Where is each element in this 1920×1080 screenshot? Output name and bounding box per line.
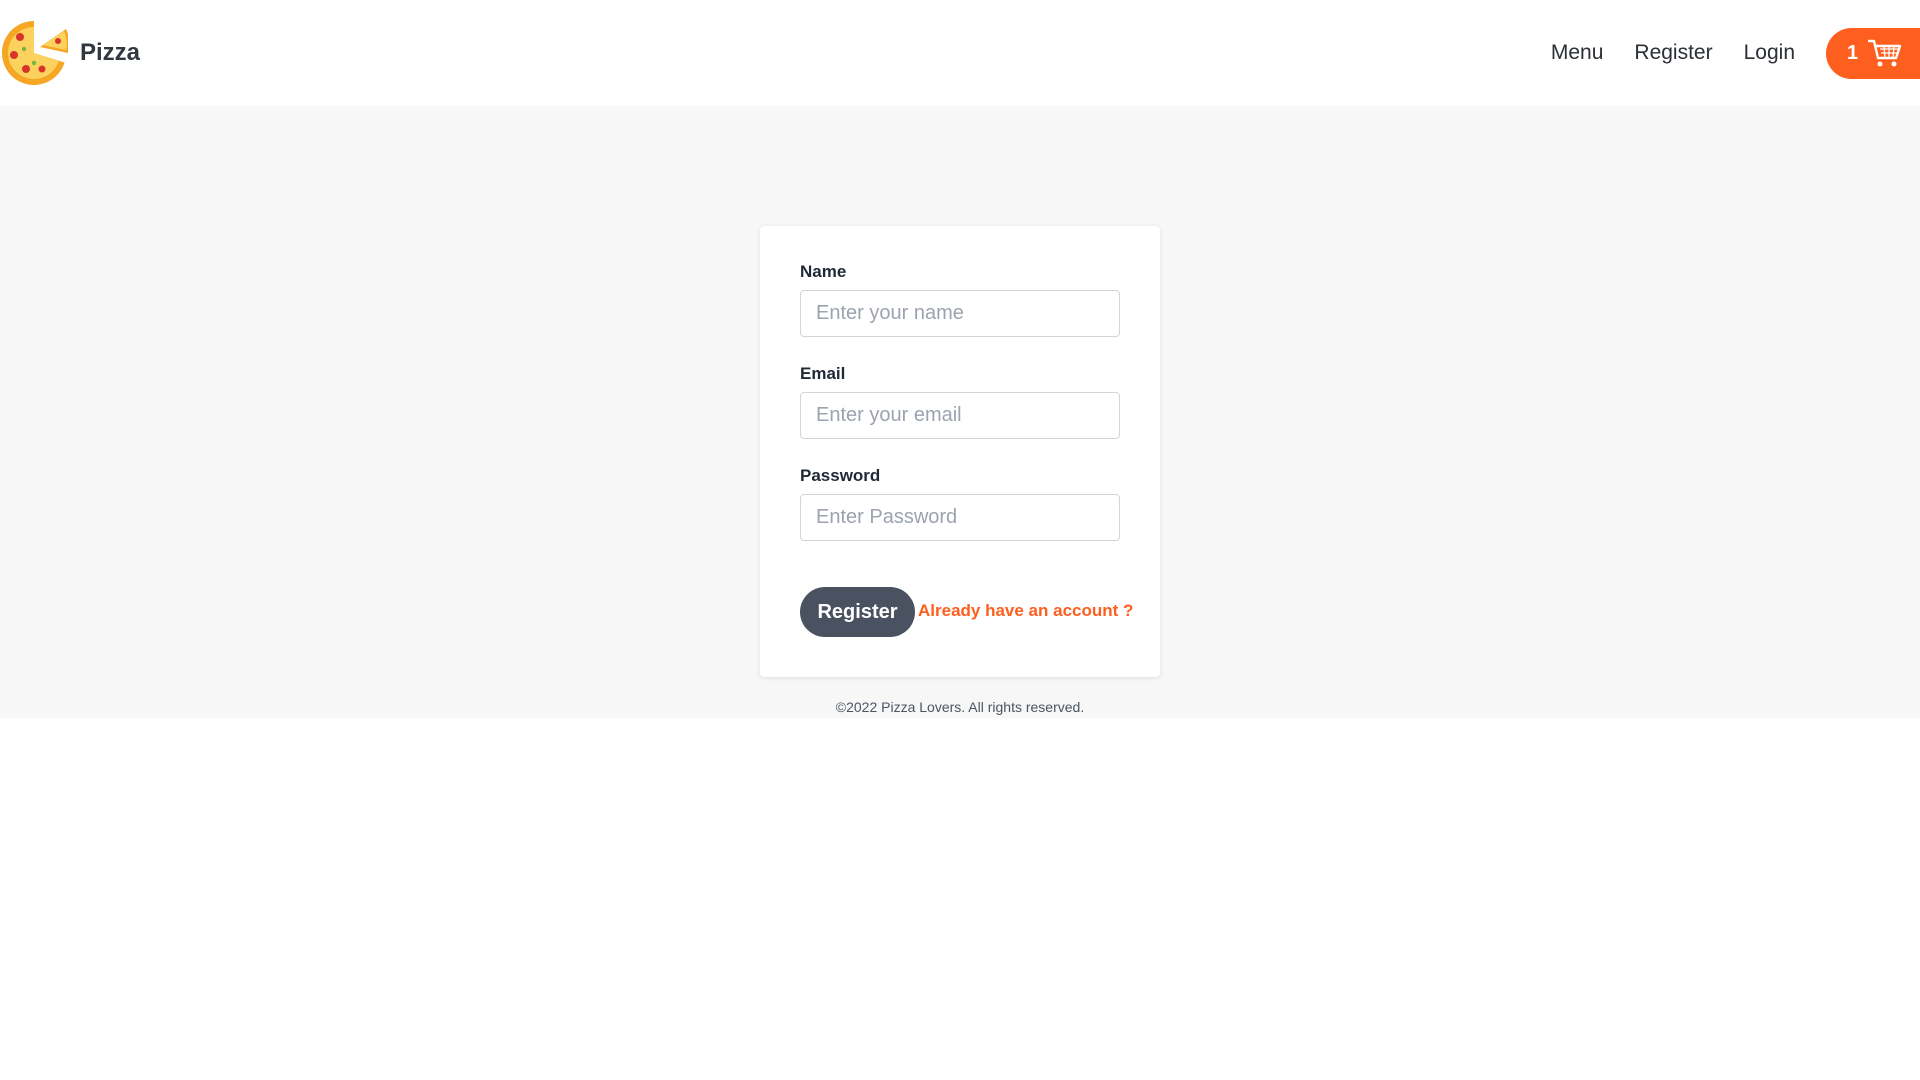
brand-name: Pizza — [80, 39, 141, 66]
pizza-logo-icon — [1, 20, 68, 85]
page-content: Name Email Password Register Already hav… — [0, 106, 1920, 718]
register-form: Name Email Password Register Already hav… — [760, 226, 1160, 677]
nav-register-link[interactable]: Register — [1634, 41, 1712, 65]
login-link[interactable]: Already have an account ? — [918, 601, 1133, 621]
password-label: Password — [800, 466, 881, 485]
cart-icon — [1868, 39, 1902, 67]
register-button[interactable]: Register — [800, 587, 915, 637]
nav-login-link[interactable]: Login — [1744, 41, 1795, 65]
cart-count: 1 — [1847, 41, 1859, 64]
cart-button[interactable]: 1 — [1826, 27, 1920, 79]
footer-copyright: ©2022 Pizza Lovers. All rights reserved. — [835, 699, 1085, 715]
nav-menu-link[interactable]: Menu — [1551, 41, 1604, 65]
main-nav: Menu Register Login 1 — [1551, 26, 1920, 80]
logo-link[interactable]: Pizza — [0, 18, 140, 88]
name-input[interactable] — [800, 290, 1120, 337]
email-input[interactable] — [800, 392, 1120, 439]
email-label: Email — [800, 364, 846, 383]
password-input[interactable] — [800, 494, 1120, 541]
name-label: Name — [800, 262, 847, 281]
site-header: Pizza Menu Register Login 1 — [0, 0, 1920, 106]
